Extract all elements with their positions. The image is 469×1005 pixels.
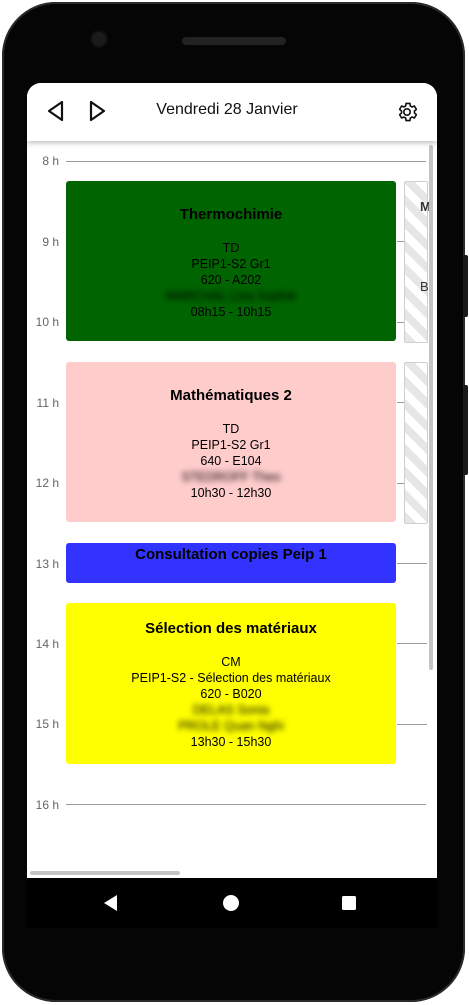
- event-title: Thermochimie: [179, 206, 283, 223]
- event-teacher: STEDROFF Theo: [181, 470, 281, 484]
- event-time: 08h15 - 10h15: [190, 305, 272, 319]
- event-teacher: DELAS Sonia: [192, 703, 270, 717]
- event-type: TD: [222, 422, 240, 436]
- event-title: Mathématiques 2: [170, 387, 292, 404]
- hour-label-12: 12 h: [35, 476, 59, 490]
- hour-line: [66, 161, 426, 162]
- volume-button: [463, 255, 468, 317]
- event-room: 640 - E104: [200, 454, 262, 468]
- front-camera: [92, 32, 106, 46]
- previous-day-button[interactable]: [44, 99, 68, 123]
- hour-label-8: 8 h: [42, 154, 59, 168]
- power-button: [463, 385, 468, 475]
- app-screen: Vendredi 28 Janvier 8 h 9 h 10 h 11 h 12…: [27, 83, 437, 878]
- event-room: 620 - B020: [200, 687, 262, 701]
- event-card-consultation[interactable]: Consultation copies Peip 1: [66, 543, 396, 583]
- overlap-event-detail: B: [420, 279, 429, 294]
- event-room: 620 - A202: [200, 273, 262, 287]
- event-time: 13h30 - 15h30: [190, 735, 272, 749]
- event-card-thermochimie[interactable]: Thermochimie TD PEIP1-S2 Gr1 620 - A202 …: [66, 181, 396, 341]
- event-group: PEIP1-S2 Gr1: [191, 438, 271, 452]
- overlapping-event-card[interactable]: [404, 362, 428, 524]
- hour-label-9: 9 h: [42, 235, 59, 249]
- event-title: Consultation copies Peip 1: [135, 546, 327, 563]
- event-card-selection-materiaux[interactable]: Sélection des matériaux CM PEIP1-S2 - Sé…: [66, 603, 396, 764]
- event-time: 10h30 - 12h30: [190, 486, 272, 500]
- speaker-grille: [182, 37, 286, 45]
- hour-label-10: 10 h: [35, 315, 59, 329]
- date-title[interactable]: Vendredi 28 Janvier: [127, 101, 327, 119]
- event-title: Sélection des matériaux: [145, 620, 317, 637]
- event-teacher: PROLE Quan Nghi: [178, 719, 284, 733]
- hour-label-13: 13 h: [35, 557, 59, 571]
- event-teacher: MARCHAL Lina Sophie: [165, 289, 297, 303]
- event-group: PEIP1-S2 Gr1: [191, 257, 271, 271]
- event-type: TD: [222, 241, 240, 255]
- recents-square-icon[interactable]: [341, 895, 357, 911]
- horizontal-scrollbar[interactable]: [30, 871, 180, 875]
- hour-line: [66, 804, 426, 805]
- hour-label-11: 11 h: [36, 396, 59, 410]
- event-group: PEIP1-S2 - Sélection des matériaux: [131, 671, 331, 685]
- event-card-mathematiques[interactable]: Mathématiques 2 TD PEIP1-S2 Gr1 640 - E1…: [66, 362, 396, 522]
- back-triangle-icon[interactable]: [102, 894, 120, 912]
- gear-icon[interactable]: [395, 100, 419, 124]
- hour-line: [397, 643, 427, 644]
- event-type: CM: [221, 655, 241, 669]
- vertical-scrollbar[interactable]: [429, 145, 433, 670]
- hour-line: [397, 724, 427, 725]
- hour-line: [397, 563, 427, 564]
- overlapping-event-card[interactable]: M B: [404, 181, 431, 343]
- hour-label-15: 15 h: [35, 717, 59, 731]
- hour-label-14: 14 h: [35, 637, 59, 651]
- app-bar: Vendredi 28 Janvier: [27, 83, 437, 141]
- system-navigation-bar: [27, 878, 437, 928]
- hour-label-16: 16 h: [35, 798, 59, 812]
- next-day-button[interactable]: [85, 99, 109, 123]
- home-circle-icon[interactable]: [222, 894, 240, 912]
